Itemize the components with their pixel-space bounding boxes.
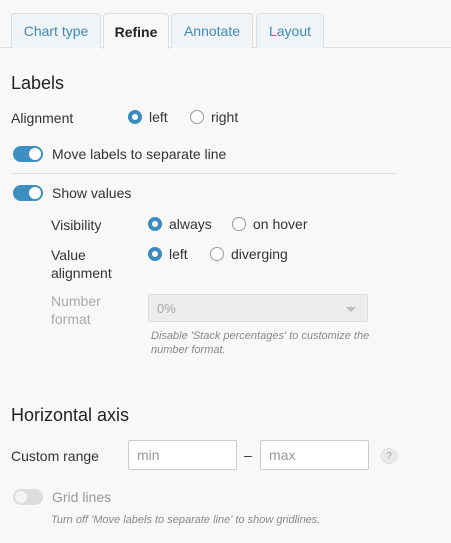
number-format-value: 0% <box>157 300 176 316</box>
visibility-label: Visibility <box>51 217 102 233</box>
number-format-label: Number format <box>51 292 101 328</box>
value-alignment-label-line1: Value <box>51 247 86 263</box>
radio-label: always <box>169 216 212 232</box>
toggle-label: Show values <box>52 185 132 201</box>
toggle-switch-icon <box>13 489 43 505</box>
toggle-switch-icon <box>13 146 43 162</box>
value-alignment-left-radio[interactable]: left <box>148 246 188 262</box>
number-format-hint-line1: Disable 'Stack percentages' to customize… <box>151 330 370 342</box>
radio-selected-icon <box>128 110 142 124</box>
radio-unselected-icon <box>210 247 224 261</box>
number-format-hint: Disable 'Stack percentages' to customize… <box>151 329 369 357</box>
labels-section-title: Labels <box>11 73 65 93</box>
toggle-label: Grid lines <box>52 489 112 505</box>
help-icon[interactable]: ? <box>381 448 397 464</box>
alignment-label: Alignment <box>11 110 74 126</box>
value-alignment-label: Value alignment <box>51 246 112 282</box>
range-separator: – <box>244 447 252 463</box>
radio-unselected-icon <box>232 217 246 231</box>
radio-selected-icon <box>148 217 162 231</box>
toggle-switch-icon <box>13 185 43 201</box>
number-format-hint-line2: number format. <box>151 344 226 356</box>
tab-chart-type[interactable]: Chart type <box>11 13 101 48</box>
grid-lines-toggle[interactable]: Grid lines <box>13 489 111 505</box>
number-format-label-line2: format <box>51 311 91 327</box>
radio-label: on hover <box>253 216 308 232</box>
custom-range-label: Custom range <box>11 448 99 464</box>
number-format-label-line1: Number <box>51 293 101 309</box>
range-min-input[interactable] <box>128 440 237 470</box>
horizontal-axis-section-title: Horizontal axis <box>11 405 130 425</box>
range-max-input[interactable] <box>260 440 369 470</box>
radio-selected-icon <box>148 247 162 261</box>
grid-lines-hint: Turn off 'Move labels to separate line' … <box>51 514 321 526</box>
radio-label: left <box>149 109 168 125</box>
show-values-toggle[interactable]: Show values <box>13 185 131 201</box>
toggle-label: Move labels to separate line <box>52 146 227 162</box>
tab-layout[interactable]: Layout <box>256 13 324 48</box>
radio-label: right <box>211 109 239 125</box>
radio-label: left <box>169 246 188 262</box>
divider <box>11 173 397 174</box>
visibility-on-hover-radio[interactable]: on hover <box>232 216 307 232</box>
tab-refine[interactable]: Refine <box>103 13 169 49</box>
alignment-right-radio[interactable]: right <box>190 109 238 125</box>
radio-unselected-icon <box>190 110 204 124</box>
radio-label: diverging <box>231 246 288 262</box>
value-alignment-diverging-radio[interactable]: diverging <box>210 246 288 262</box>
alignment-left-radio[interactable]: left <box>128 109 168 125</box>
tab-annotate[interactable]: Annotate <box>171 13 253 48</box>
move-labels-toggle[interactable]: Move labels to separate line <box>13 146 226 162</box>
value-alignment-label-line2: alignment <box>51 265 112 281</box>
chevron-down-icon <box>346 307 356 312</box>
number-format-select[interactable]: 0% <box>148 294 368 322</box>
visibility-always-radio[interactable]: always <box>148 216 212 232</box>
tab-bar: Chart type Refine Annotate Layout <box>0 0 451 49</box>
